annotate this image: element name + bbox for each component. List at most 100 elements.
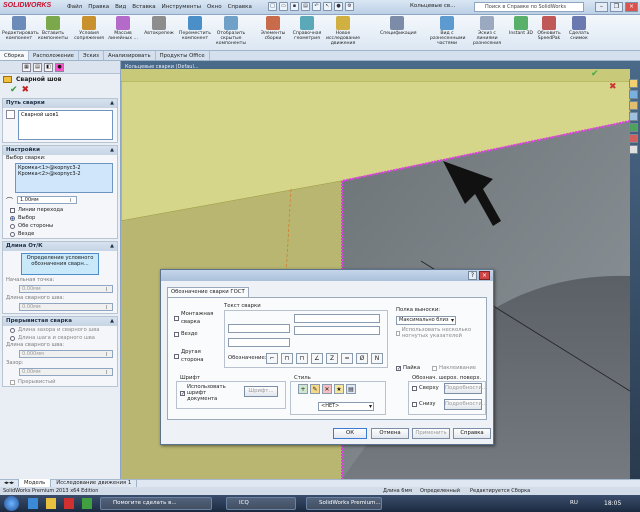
tangent-propagation-checkbox[interactable]: Линии перехода (3, 206, 117, 214)
feature-tree-icon[interactable]: ▦ (22, 63, 31, 72)
weld-symbol-button-4[interactable]: Z (326, 353, 338, 364)
weld-symbol-button-7[interactable]: N (371, 353, 383, 364)
help-button[interactable]: Справка (453, 428, 491, 439)
tab-evaluate[interactable]: Анализировать (104, 51, 156, 60)
group-settings-header[interactable]: Настройки ▲ (3, 146, 117, 155)
view-palette-icon[interactable] (629, 112, 638, 121)
tab-office-products[interactable]: Продукты Office (156, 51, 210, 60)
language-indicator[interactable]: RU (570, 498, 578, 509)
bottom-roughness-checkbox[interactable]: Снизу (412, 400, 436, 408)
confirm-check-icon[interactable]: ✔ (591, 69, 599, 79)
configuration-icon[interactable]: ◧ (44, 63, 53, 72)
menu-view[interactable]: Вид (112, 2, 129, 12)
start-button[interactable] (4, 496, 19, 511)
radio-selection[interactable]: Выбор (3, 214, 117, 222)
media-icon[interactable] (82, 498, 92, 509)
ribbon-button-8[interactable]: Справочная геометрия (290, 16, 324, 50)
use-document-font-checkbox[interactable]: ✓ Использовать шрифт документа (180, 384, 234, 402)
property-manager-icon[interactable]: ▤ (33, 63, 42, 72)
bead-size-input[interactable]: 1.00мм (17, 196, 77, 204)
menu-tools[interactable]: Инструменты (159, 2, 204, 12)
radio-gap-length[interactable]: Длина зазора и сварного шва (3, 326, 117, 334)
dialog-title-bar[interactable] (161, 270, 493, 281)
radio-pitch-length[interactable]: Длина шага и сварного шва (3, 334, 117, 342)
nav-icons[interactable]: ◂▸◂▸ (0, 479, 20, 487)
save-style-icon[interactable]: ★ (334, 384, 344, 394)
weld-symbol-button-3[interactable]: ∠ (311, 353, 323, 364)
tab-layout[interactable]: Расположение (29, 51, 79, 60)
radio-all-around[interactable]: Везде (3, 230, 117, 238)
ie-icon[interactable] (28, 498, 38, 509)
bottom-details-button[interactable]: Подробности... (444, 399, 487, 410)
weld-symbol-button-0[interactable]: ⌐ (266, 353, 278, 364)
tab-model[interactable]: Модель (19, 479, 52, 487)
selection-item[interactable]: Кромка<2>@корпус3-2 (18, 171, 110, 177)
menu-file[interactable]: Файл (64, 2, 85, 12)
file-explorer-icon[interactable] (629, 101, 638, 110)
group-weld-path-header[interactable]: Путь сварки ▲ (3, 99, 117, 108)
feature-tree-flyout[interactable]: Кольцевые сварки (Defaul... (125, 64, 199, 70)
close-icon[interactable]: × (625, 2, 638, 12)
menu-edit[interactable]: Правка (85, 2, 112, 12)
ribbon-button-1[interactable]: Вставить компоненты (36, 16, 70, 50)
taskbar-icq[interactable]: ICQ (226, 497, 296, 510)
solder-checkbox[interactable]: ✓ Пайка (396, 364, 420, 372)
ribbon-button-6[interactable]: Отобразить скрытые компоненты (214, 16, 248, 50)
ribbon-button-3[interactable]: Массив линейных ... (106, 16, 140, 50)
staggered-checkbox[interactable]: Прерывистый (3, 378, 117, 386)
toolbox-icon[interactable] (629, 145, 638, 154)
group-intermittent-header[interactable]: Прерывистая сварка ▲ (3, 317, 117, 326)
top-roughness-checkbox[interactable]: Сверху (412, 384, 439, 392)
define-weld-symbol-button[interactable]: Определение условного обозначения сварн.… (21, 253, 99, 275)
other-side-checkbox[interactable]: Другая сторона (174, 348, 207, 364)
save-icon[interactable]: ▪ (290, 2, 299, 11)
group-length-header[interactable]: Длина От/К ▲ (3, 242, 117, 251)
multiple-leaders-checkbox[interactable]: Использовать несколько ногнутых указател… (396, 327, 476, 339)
ok-button[interactable]: ОК (333, 428, 367, 439)
menu-help[interactable]: Справка (225, 2, 255, 12)
cancel-x-icon[interactable]: ✖ (22, 85, 30, 96)
delete-style-icon[interactable]: ✕ (322, 384, 332, 394)
minimize-icon[interactable]: – (595, 2, 608, 12)
weld-text-input-2[interactable] (228, 324, 290, 333)
style-select[interactable]: <НЕТ> (318, 402, 374, 411)
ribbon-button-12[interactable]: Эскиз с линиями разнесения (470, 16, 504, 50)
tab-gost-weld-symbol[interactable]: Обозначение сварки ГОСТ (167, 287, 249, 297)
open-icon[interactable]: ▭ (279, 2, 288, 11)
resources-icon[interactable] (629, 79, 638, 88)
weld-symbol-button-5[interactable]: ═ (341, 353, 353, 364)
ribbon-button-14[interactable]: Обновить SpeedPak (532, 16, 566, 50)
menu-window[interactable]: Окно (204, 2, 225, 12)
taskbar-solidworks[interactable]: SolidWorks Premium... (306, 497, 382, 510)
weld-text-input-1[interactable] (294, 314, 380, 323)
menu-insert[interactable]: Вставка (129, 2, 158, 12)
weld-text-input-4[interactable] (228, 338, 290, 347)
weld-symbol-button-2[interactable]: ⊓ (296, 353, 308, 364)
top-details-button[interactable]: Подробности... (444, 383, 487, 394)
apply-button[interactable]: Применить (412, 428, 450, 439)
design-library-icon[interactable] (629, 90, 638, 99)
rebuild-icon[interactable]: ● (334, 2, 343, 11)
load-style-icon[interactable]: ▤ (346, 384, 356, 394)
weld-path-list[interactable]: Сварной шов1 (18, 110, 113, 140)
weld-symbol-button-6[interactable]: Ø (356, 353, 368, 364)
dialog-help-icon[interactable]: ? (468, 271, 477, 280)
ribbon-button-7[interactable]: Элементы сборки (256, 16, 290, 50)
weld-selection-list[interactable]: Кромка<1>@корпус3-2 Кромка<2>@корпус3-2 (15, 163, 113, 193)
clock[interactable]: 18:05 (604, 498, 621, 509)
leader-select[interactable]: Максимально близ (396, 316, 456, 325)
ok-check-icon[interactable]: ✔ (10, 85, 18, 96)
opera-icon[interactable] (64, 498, 74, 509)
radio-both-sides[interactable]: Обе стороны (3, 222, 117, 230)
update-style-icon[interactable]: ✎ (310, 384, 320, 394)
gluing-checkbox[interactable]: Наклеивание (432, 364, 476, 372)
restore-icon[interactable]: ❐ (610, 2, 623, 12)
start-point-input[interactable]: 0.00мм (19, 285, 113, 293)
ribbon-button-2[interactable]: Условия сопряжения (72, 16, 106, 50)
ribbon-button-15[interactable]: Сделать снимок (562, 16, 596, 50)
weld-length-input[interactable]: 0.00мм (19, 303, 113, 311)
undo-icon[interactable]: ↶ (312, 2, 321, 11)
cancel-button[interactable]: Отмена (371, 428, 409, 439)
gap-input[interactable]: 0.00мм (19, 368, 113, 376)
add-style-icon[interactable]: + (298, 384, 308, 394)
